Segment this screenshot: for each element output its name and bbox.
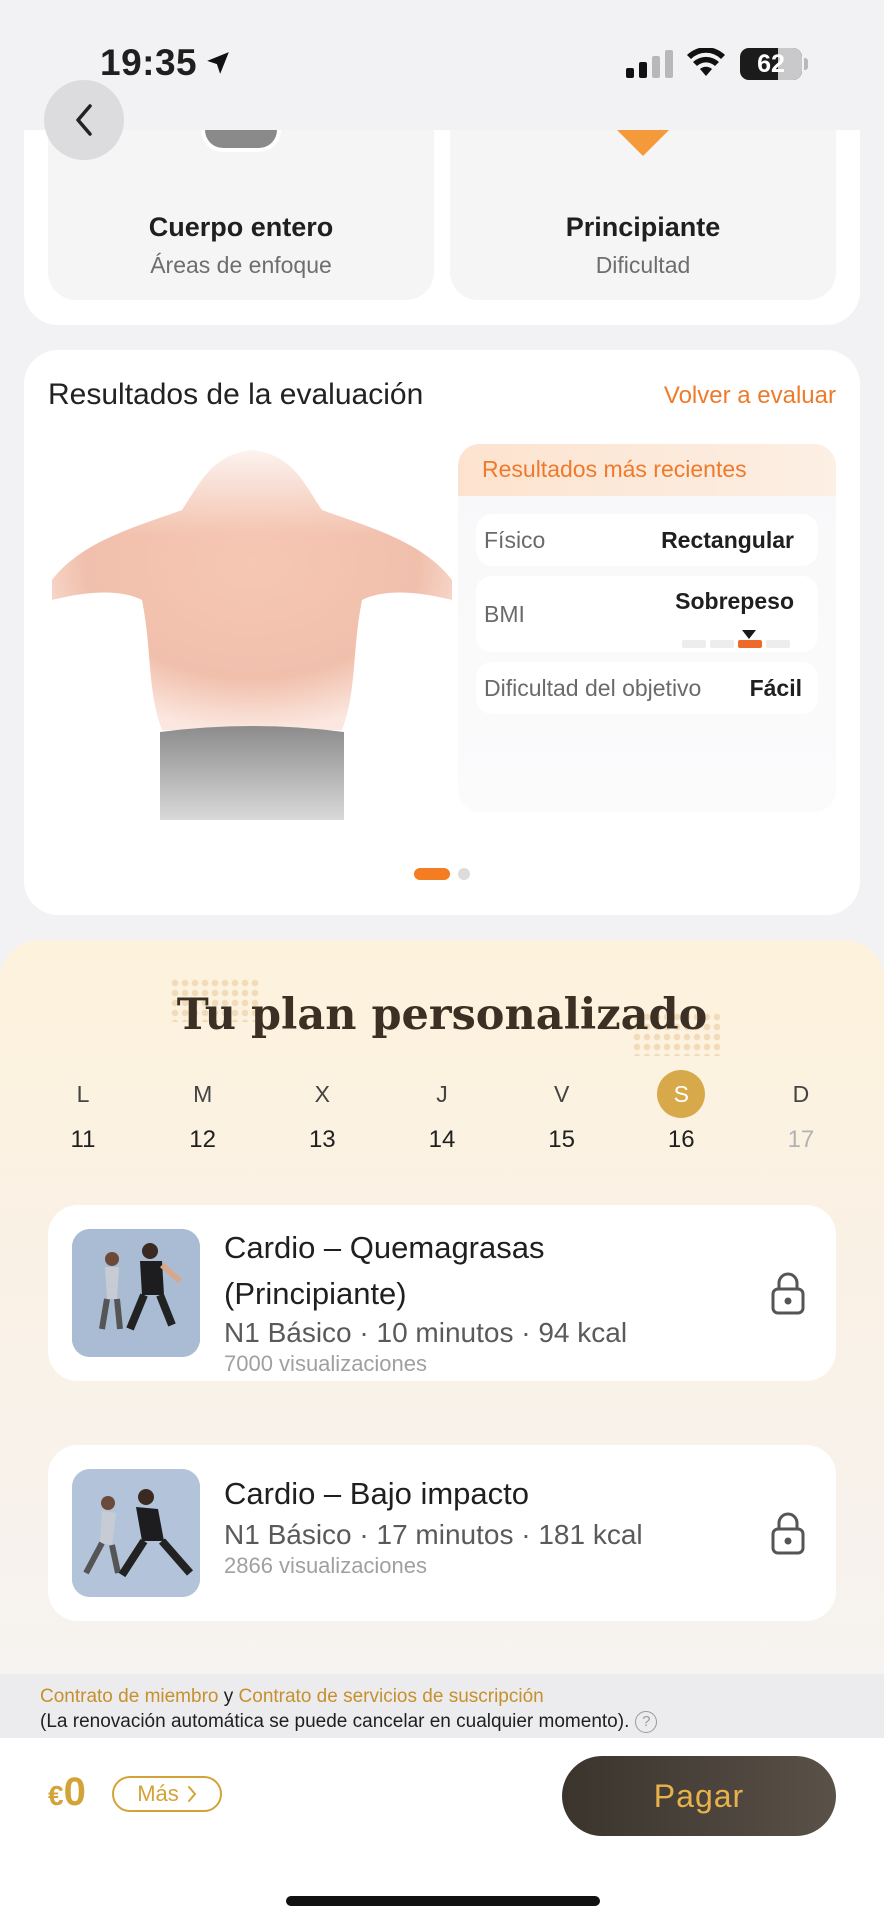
workout-title: Cardio – Quemagrasas (Principiante): [224, 1230, 545, 1311]
workout-views: 2866 visualizaciones: [224, 1553, 428, 1578]
result-label: BMI: [484, 601, 525, 627]
carousel-dot[interactable]: [458, 868, 470, 880]
cell-signal-icon: [626, 50, 673, 78]
workout-meta: N1 Básico · 10 minutos · 94 kcal: [224, 1317, 628, 1348]
workout-title: Cardio – Bajo impacto: [224, 1476, 529, 1511]
day-mon[interactable]: L 11: [58, 1070, 108, 1154]
bmi-scale: [682, 640, 790, 648]
body-torso-image: [52, 440, 452, 820]
lock-icon: [771, 1272, 805, 1315]
result-row-goal-difficulty: Dificultad del objetivo Fácil: [476, 662, 818, 714]
auto-renew-note: (La renovación automática se puede cance…: [40, 1711, 630, 1732]
personal-plan-section: Tu plan personalizado L 11 M 12 X 13 J 14 V1…: [0, 940, 884, 1675]
carousel-dot-active[interactable]: [414, 868, 450, 880]
focus-area-tile[interactable]: Cuerpo entero Áreas de enfoque: [48, 130, 434, 300]
battery-icon: 62: [740, 48, 802, 80]
result-value: Rectangular: [661, 527, 794, 553]
focus-area-value: Cuerpo entero: [148, 212, 334, 242]
checkout-bar: €0 Más Pagar: [0, 1738, 884, 1920]
workout-meta: N1 Básico · 17 minutos · 181 kcal: [224, 1519, 643, 1550]
legal-notice: Contrato de miembro y Contrato de servic…: [0, 1674, 884, 1738]
summary-card: Cuerpo entero Áreas de enfoque Principia…: [24, 130, 860, 325]
member-contract-link[interactable]: Contrato de miembro: [40, 1686, 218, 1707]
result-value: Sobrepeso: [675, 588, 794, 614]
workout-views: 7000 visualizaciones: [224, 1351, 428, 1376]
reevaluate-link[interactable]: Volver a evaluar: [664, 382, 836, 410]
workout-card[interactable]: Cardio – Bajo impacto N1 Básico · 17 min…: [48, 1445, 836, 1621]
workout-thumbnail: [72, 1229, 200, 1357]
day-wed[interactable]: X 13: [297, 1070, 347, 1154]
day-sun[interactable]: D 17: [776, 1070, 826, 1154]
price: €0: [48, 1770, 86, 1815]
latest-results-panel: Resultados más recientes Físico Rectangu…: [458, 444, 836, 812]
pay-button[interactable]: Pagar: [562, 1756, 836, 1836]
status-time: 19:35: [100, 42, 198, 83]
chevron-left-icon: [76, 104, 92, 136]
result-label: Dificultad del objetivo: [484, 675, 702, 701]
assessment-title: Resultados de la evaluación: [48, 378, 424, 411]
workout-card[interactable]: Cardio – Quemagrasas (Principiante) N1 B…: [48, 1205, 836, 1381]
legal-and: y: [218, 1686, 239, 1707]
assessment-card: Resultados de la evaluación Volver a eva…: [24, 350, 860, 915]
result-label: Físico: [484, 527, 546, 553]
body-figure-icon: [201, 130, 281, 152]
price-currency: €: [48, 1780, 64, 1811]
location-arrow-icon: [207, 52, 229, 74]
day-fri[interactable]: V 15: [537, 1070, 587, 1154]
back-button[interactable]: [44, 80, 124, 160]
wifi-icon: [687, 48, 725, 76]
workout-thumbnail: [72, 1469, 200, 1597]
day-tue[interactable]: M 12: [178, 1070, 228, 1154]
difficulty-value: Principiante: [565, 212, 721, 242]
subscription-contract-link[interactable]: Contrato de servicios de suscripción: [239, 1686, 544, 1707]
difficulty-label: Dificultad: [595, 252, 691, 278]
week-day-selector: L 11 M 12 X 13 J 14 V 15 S 16 D 17: [24, 1070, 860, 1154]
day-sat-selected[interactable]: S 16: [656, 1070, 706, 1154]
chevron-right-icon: [187, 1786, 197, 1802]
result-row-physique: Físico Rectangular: [476, 514, 818, 566]
plan-title: Tu plan personalizado: [176, 990, 708, 1040]
help-icon[interactable]: ?: [635, 1710, 658, 1733]
latest-results-title: Resultados más recientes: [458, 444, 836, 496]
result-value: Fácil: [749, 675, 802, 701]
more-button[interactable]: Más: [112, 1776, 222, 1812]
bmi-marker-icon: [742, 630, 756, 639]
carousel-indicator: [414, 868, 470, 880]
day-thu[interactable]: J 14: [417, 1070, 467, 1154]
focus-area-label: Áreas de enfoque: [150, 252, 332, 278]
result-row-bmi: BMI Sobrepeso: [476, 576, 818, 652]
price-amount: 0: [63, 1770, 86, 1814]
battery-level: 62: [757, 50, 785, 78]
home-indicator: [286, 1896, 600, 1906]
more-label: Más: [137, 1781, 179, 1806]
difficulty-icon: [617, 130, 669, 156]
status-bar: 19:35 62: [0, 0, 884, 130]
lock-icon: [771, 1512, 805, 1555]
difficulty-tile[interactable]: Principiante Dificultad: [450, 130, 836, 300]
